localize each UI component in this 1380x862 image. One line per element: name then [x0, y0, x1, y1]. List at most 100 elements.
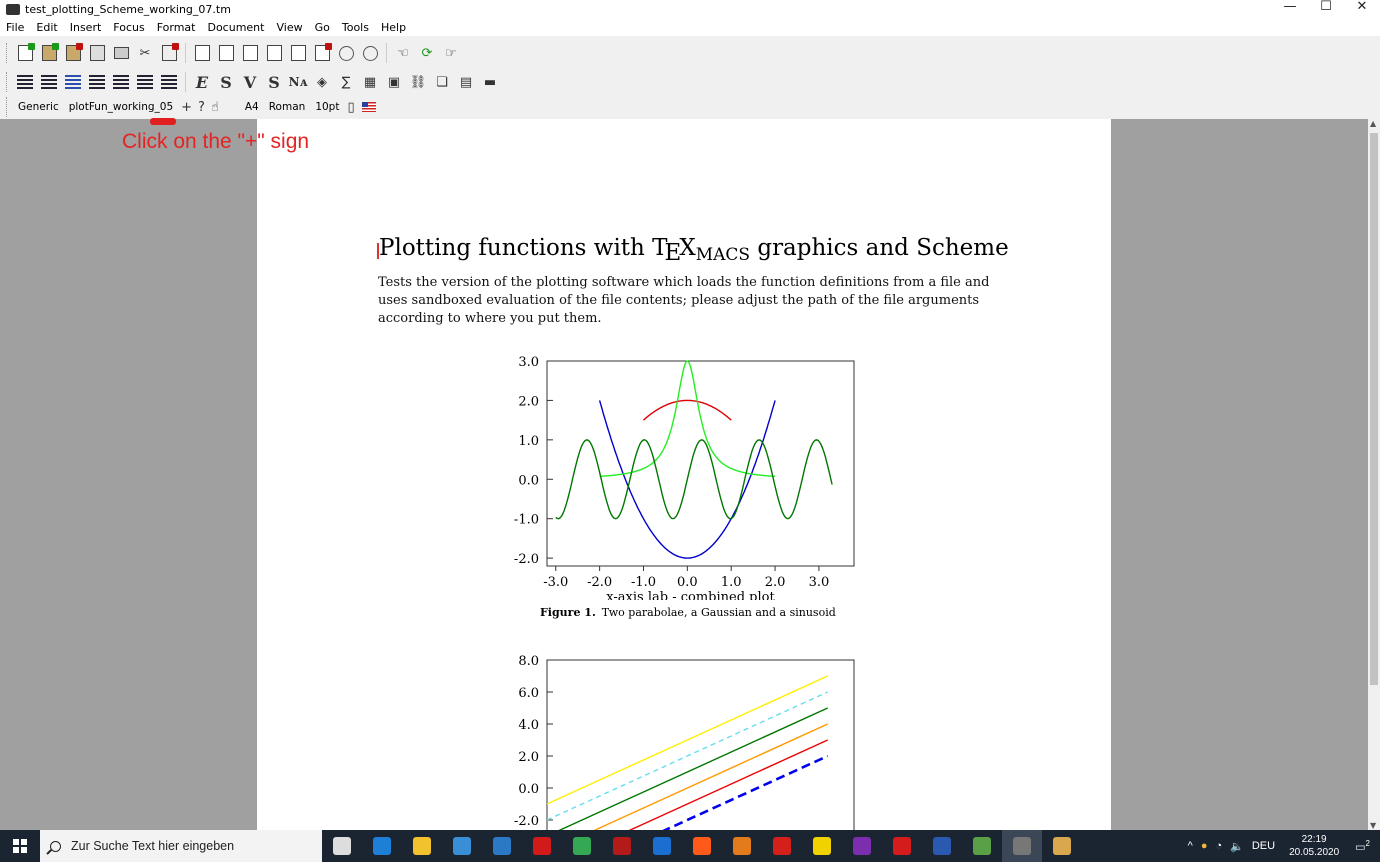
menu-document[interactable]: Document — [201, 21, 270, 34]
page-layout-icon[interactable]: ▯ — [344, 100, 357, 115]
taskbar-app-pdf-xchange[interactable] — [802, 830, 842, 862]
scroll-down-icon[interactable]: ▼ — [1370, 821, 1376, 830]
taskbar-app-settings[interactable] — [882, 830, 922, 862]
cut-icon[interactable]: ✂ — [135, 43, 155, 63]
delete-icon[interactable] — [312, 43, 332, 63]
menu-edit[interactable]: Edit — [30, 21, 63, 34]
taskbar-app-paint[interactable] — [1042, 830, 1082, 862]
menu-view[interactable]: View — [270, 21, 308, 34]
taskbar-app-task-view[interactable] — [322, 830, 362, 862]
font-size-menu[interactable]: 10pt — [310, 101, 344, 113]
taskbar-app-file-explorer[interactable] — [402, 830, 442, 862]
help-button[interactable]: ? — [195, 100, 208, 115]
open-document-icon[interactable] — [39, 43, 59, 63]
vertical-scrollbar[interactable]: ▲ ▼ — [1368, 119, 1380, 830]
menu-insert[interactable]: Insert — [64, 21, 108, 34]
document-page[interactable]: Plotting functions with TEXMACS graphics… — [257, 119, 1111, 830]
us-flag-icon[interactable] — [361, 102, 376, 112]
package-menu[interactable]: plotFun_working_05 — [64, 101, 178, 113]
minimize-button[interactable]: — — [1272, 0, 1308, 18]
taskbar-app-mail[interactable] — [642, 830, 682, 862]
verbatim-icon[interactable]: V — [240, 72, 260, 92]
taskbar-app-edge[interactable] — [362, 830, 402, 862]
taskbar-app-texmacs[interactable] — [1002, 830, 1042, 862]
math-icon[interactable]: ∑ — [336, 72, 356, 92]
taskbar-app-media-player[interactable] — [442, 830, 482, 862]
sans-serif-icon[interactable]: S — [264, 72, 284, 92]
print-icon[interactable] — [111, 43, 131, 63]
close-button[interactable]: ✕ — [1344, 0, 1380, 18]
replace-icon[interactable] — [240, 43, 260, 63]
start-button[interactable] — [0, 830, 40, 862]
align-right-icon[interactable] — [63, 72, 83, 92]
session-icon[interactable]: ▬ — [480, 72, 500, 92]
undo-icon[interactable] — [336, 43, 356, 63]
spell-check-icon[interactable] — [288, 43, 308, 63]
series-line-2 — [599, 360, 776, 478]
font-menu[interactable]: Roman — [264, 101, 311, 113]
notification-center-icon[interactable]: ▭2 — [1349, 839, 1380, 854]
name-icon[interactable]: Nᴀ — [288, 72, 308, 92]
align-left-icon[interactable] — [15, 72, 35, 92]
back-icon[interactable]: ☜ — [393, 43, 413, 63]
copy-icon[interactable] — [192, 43, 212, 63]
taskbar-app-acrobat[interactable] — [762, 830, 802, 862]
powershell-icon — [933, 837, 951, 855]
taskbar-search-box[interactable]: Zur Suche Text hier eingeben — [40, 830, 322, 862]
hand-pointer-icon[interactable]: ☝ — [208, 100, 222, 115]
find-icon[interactable] — [264, 43, 284, 63]
tray-chevron-icon[interactable]: ^ — [1184, 840, 1197, 852]
scrollbar-thumb[interactable] — [1370, 133, 1378, 685]
forward-icon[interactable]: ☞ — [441, 43, 461, 63]
taskbar-app-sync[interactable] — [682, 830, 722, 862]
taskbar-app-matlab[interactable] — [722, 830, 762, 862]
add-package-button[interactable]: + — [178, 100, 195, 115]
list-icon[interactable] — [111, 72, 131, 92]
link-icon[interactable]: ⛓ — [408, 72, 428, 92]
menu-go[interactable]: Go — [309, 21, 336, 34]
volume-icon[interactable]: 🔈 — [1226, 840, 1248, 853]
taskbar-app-mendeley[interactable] — [602, 830, 642, 862]
align-center-icon[interactable] — [39, 72, 59, 92]
new-document-icon[interactable] — [15, 43, 35, 63]
taskbar-app-backup[interactable] — [482, 830, 522, 862]
emphasize-icon[interactable]: E — [192, 72, 212, 92]
paper-size-menu[interactable]: A4 — [240, 101, 264, 113]
scroll-up-icon[interactable]: ▲ — [1370, 119, 1376, 128]
network-icon[interactable]: ◔ — [1211, 840, 1226, 852]
language-indicator[interactable]: DEU — [1248, 840, 1279, 852]
combined-plot-chart: -2.0 -1.0 0.0 1.0 2.0 3.0 -3.0 -2.0 -1.0 0.0 1.0 2.… — [514, 355, 855, 600]
menu-format[interactable]: Format — [151, 21, 202, 34]
maximize-button[interactable]: ☐ — [1308, 0, 1344, 18]
strong-icon[interactable]: S — [216, 72, 236, 92]
menu-tools[interactable]: Tools — [336, 21, 375, 34]
save-document-icon[interactable] — [63, 43, 83, 63]
justify-icon[interactable] — [87, 72, 107, 92]
image-icon[interactable]: ▣ — [384, 72, 404, 92]
toolbar-separator — [185, 43, 186, 63]
copy-alt-icon[interactable] — [216, 43, 236, 63]
description-icon[interactable] — [159, 72, 179, 92]
taskbar-app-notepad[interactable] — [962, 830, 1002, 862]
weather-icon[interactable]: ● — [1197, 840, 1212, 852]
menu-help[interactable]: Help — [375, 21, 412, 34]
taskbar-app-chrome[interactable] — [562, 830, 602, 862]
enumerate-icon[interactable] — [135, 72, 155, 92]
table-icon[interactable]: ▦ — [360, 72, 380, 92]
tag-icon[interactable]: ◈ — [312, 72, 332, 92]
export-icon[interactable] — [87, 43, 107, 63]
taskbar-app-powershell[interactable] — [922, 830, 962, 862]
footnote-icon[interactable]: ❏ — [432, 72, 452, 92]
menu-file[interactable]: File — [0, 21, 30, 34]
animation-icon[interactable]: ▤ — [456, 72, 476, 92]
redo-icon[interactable] — [360, 43, 380, 63]
paste-icon[interactable] — [159, 43, 179, 63]
x-tick-label: -1.0 — [631, 575, 656, 590]
taskbar-app-onenote[interactable] — [842, 830, 882, 862]
menu-focus[interactable]: Focus — [107, 21, 150, 34]
document-style-menu[interactable]: Generic — [13, 101, 64, 113]
refresh-icon[interactable]: ⟳ — [417, 43, 437, 63]
taskbar-clock[interactable]: 22:19 20.05.2020 — [1279, 833, 1349, 859]
media-player-icon — [453, 837, 471, 855]
taskbar-app-app-red[interactable] — [522, 830, 562, 862]
